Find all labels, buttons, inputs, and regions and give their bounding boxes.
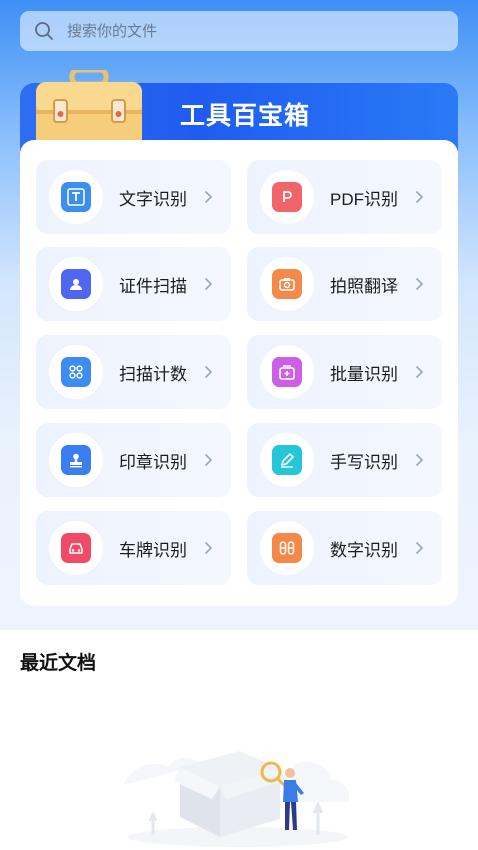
- batch-icon: [272, 357, 302, 387]
- tool-label: 印章识别: [119, 452, 187, 472]
- handwriting-icon: [272, 445, 302, 475]
- chevron-right-icon: [204, 365, 213, 379]
- camera-icon: [272, 269, 302, 299]
- tool-label: 拍照翻译: [330, 276, 398, 296]
- tool-handwriting-recognition[interactable]: 手写识别: [247, 423, 442, 497]
- tool-scan-count[interactable]: 扫描计数: [36, 335, 231, 409]
- chevron-right-icon: [204, 190, 213, 204]
- tool-text-recognition[interactable]: 文字识别: [36, 160, 231, 234]
- tool-batch-recognition[interactable]: 批量识别: [247, 335, 442, 409]
- search-icon: [35, 22, 53, 40]
- tool-id-scan[interactable]: 证件扫描: [36, 247, 231, 321]
- chevron-right-icon: [415, 453, 424, 467]
- text-recognition-icon: [61, 182, 91, 212]
- chevron-right-icon: [204, 453, 213, 467]
- stamp-icon: [61, 445, 91, 475]
- tool-label: 手写识别: [330, 452, 398, 472]
- tool-label: PDF识别: [330, 189, 398, 209]
- pdf-icon: [272, 182, 302, 212]
- empty-box-illustration: [123, 751, 350, 847]
- search-bar[interactable]: [20, 11, 458, 51]
- tool-label: 扫描计数: [119, 364, 187, 384]
- recent-documents-title: 最近文档: [20, 653, 97, 674]
- chevron-right-icon: [204, 541, 213, 555]
- search-input[interactable]: [67, 22, 427, 40]
- toolbox-icon: [36, 70, 142, 150]
- tool-plate-recognition[interactable]: 车牌识别: [36, 511, 231, 585]
- chevron-right-icon: [415, 277, 424, 291]
- tool-label: 批量识别: [330, 364, 398, 384]
- chevron-right-icon: [415, 541, 424, 555]
- tool-label: 证件扫描: [119, 276, 187, 296]
- car-icon: [61, 533, 91, 563]
- banner-title: 工具百宝箱: [180, 102, 311, 130]
- tool-stamp-recognition[interactable]: 印章识别: [36, 423, 231, 497]
- tool-label: 车牌识别: [119, 540, 187, 560]
- chevron-right-icon: [415, 365, 424, 379]
- tool-label: 数字识别: [330, 540, 398, 560]
- chevron-right-icon: [415, 190, 424, 204]
- digits-icon: [272, 533, 302, 563]
- id-card-icon: [61, 269, 91, 299]
- tool-label: 文字识别: [119, 189, 187, 209]
- tools-grid: 文字识别 PDF识别 证件扫描 拍照翻译 扫描计数 批量识别 印章识别 手写识别…: [20, 140, 458, 606]
- tool-photo-translate[interactable]: 拍照翻译: [247, 247, 442, 321]
- count-icon: [61, 357, 91, 387]
- tool-pdf-recognition[interactable]: PDF识别: [247, 160, 442, 234]
- chevron-right-icon: [204, 277, 213, 291]
- tool-digit-recognition[interactable]: 数字识别: [247, 511, 442, 585]
